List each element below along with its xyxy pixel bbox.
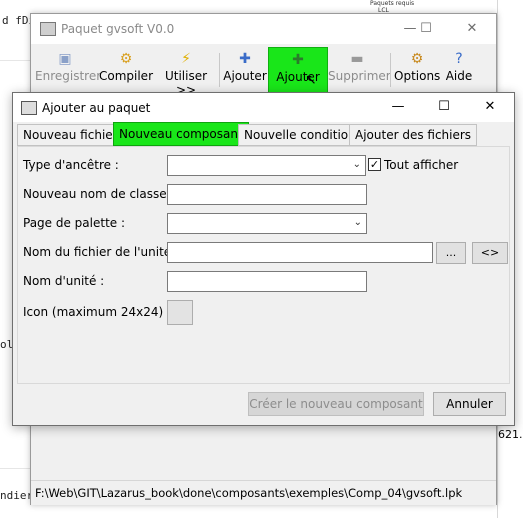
toolbar-separator (219, 53, 220, 87)
options-icon: ⚙ (410, 51, 424, 67)
add-button-label: Ajouter (223, 69, 267, 83)
minimize-icon[interactable]: — (381, 96, 415, 118)
compile-icon: ⚙ (119, 51, 133, 67)
add-new-button[interactable]: ✚ Ajouter ↖ (268, 47, 328, 93)
add-to-package-dialog: Ajouter au paquet — ☐ ✕ Nouveau fichier … (12, 92, 515, 426)
tab-new-condition[interactable]: Nouvelle condition (238, 124, 362, 146)
ancestor-type-combo[interactable]: ⌄ (167, 155, 366, 176)
cancel-button[interactable]: Annuler (433, 392, 506, 416)
package-titlebar: Paquet gvsoft V0.0 — ☐ ✕ (31, 14, 496, 44)
maximize-icon[interactable]: ☐ (427, 96, 461, 118)
icon-picker-button[interactable] (167, 300, 193, 325)
dialog-title: Ajouter au paquet (42, 101, 151, 115)
dialog-titlebar: Ajouter au paquet — ☐ ✕ (13, 93, 514, 122)
add-button[interactable]: ✚ Ajouter (223, 47, 267, 91)
tree-item: Paquets requis (370, 0, 415, 7)
remove-icon: ▬ (350, 51, 364, 67)
tab-new-file[interactable]: Nouveau fichier (17, 124, 124, 146)
unit-name-label: Nom d'unité : (23, 274, 105, 288)
add-icon: ✚ (239, 51, 251, 67)
ancestor-type-label: Type d'ancêtre : (23, 158, 119, 172)
save-button[interactable]: ▣ Enregistrer (35, 47, 101, 91)
options-button-label: Options (394, 69, 441, 83)
create-component-button[interactable]: Créer le nouveau composant (248, 392, 424, 416)
options-button[interactable]: ⚙ Options (394, 47, 440, 91)
package-app-icon (40, 22, 56, 36)
save-button-label: Enregistrer (35, 69, 102, 83)
new-component-panel: Type d'ancêtre : ⌄ ✓ Tout afficher Nouve… (17, 146, 510, 384)
unit-file-input[interactable] (167, 242, 433, 263)
save-icon: ▣ (58, 51, 72, 67)
add-new-icon: ✚ (292, 52, 304, 68)
chevron-down-icon: ⌄ (353, 217, 362, 228)
palette-page-combo[interactable]: ⌄ (167, 213, 367, 234)
help-button[interactable]: ? Aide (442, 47, 476, 91)
package-toolbar: ▣ Enregistrer ⚙ Compiler ⚡ Utiliser >> ✚… (31, 45, 496, 97)
status-bar: F:\Web\GIT\Lazarus_book\done\composants\… (31, 480, 496, 505)
maximize-icon[interactable]: ☐ (409, 18, 443, 40)
palette-page-label: Page de palette : (23, 216, 126, 230)
use-icon: ⚡ (181, 51, 191, 67)
class-name-label: Nouveau nom de classe : (23, 187, 175, 201)
side-text: 621.p (498, 428, 523, 441)
icon-label: Icon (maximum 24x24) (23, 305, 164, 319)
compile-button-label: Compiler (98, 69, 153, 83)
show-all-label: Tout afficher (384, 158, 459, 172)
mouse-cursor-icon: ↖ (305, 72, 317, 88)
shorten-path-button[interactable]: <> (472, 242, 508, 264)
unit-name-input[interactable] (167, 271, 367, 292)
toolbar-separator (390, 53, 391, 87)
help-icon: ? (455, 51, 463, 67)
gutter-line (0, 60, 30, 61)
browse-button[interactable]: ... (436, 242, 466, 264)
compile-button[interactable]: ⚙ Compiler (98, 47, 154, 91)
gutter-line (0, 468, 30, 469)
status-path: F:\Web\GIT\Lazarus_book\done\composants\… (35, 486, 463, 500)
tab-add-files[interactable]: Ajouter des fichiers (349, 124, 478, 146)
close-icon[interactable]: ✕ (455, 18, 489, 40)
remove-button-label: Supprimer (328, 69, 391, 83)
show-all-checkbox[interactable]: ✓ (368, 158, 381, 171)
package-title: Paquet gvsoft V0.0 (61, 22, 175, 36)
close-icon[interactable]: ✕ (473, 96, 507, 118)
package-tree-preview: Paquets requis LCL (360, 0, 500, 14)
help-button-label: Aide (445, 69, 473, 83)
chevron-down-icon: ⌄ (352, 159, 361, 170)
unit-file-label: Nom du fichier de l'unité : (23, 245, 180, 259)
use-button[interactable]: ⚡ Utiliser >> (156, 47, 216, 97)
class-name-input[interactable] (167, 184, 367, 205)
tab-new-component[interactable]: Nouveau composant (113, 122, 249, 146)
remove-button[interactable]: ▬ Supprimer (328, 47, 391, 91)
dialog-app-icon (21, 101, 37, 115)
